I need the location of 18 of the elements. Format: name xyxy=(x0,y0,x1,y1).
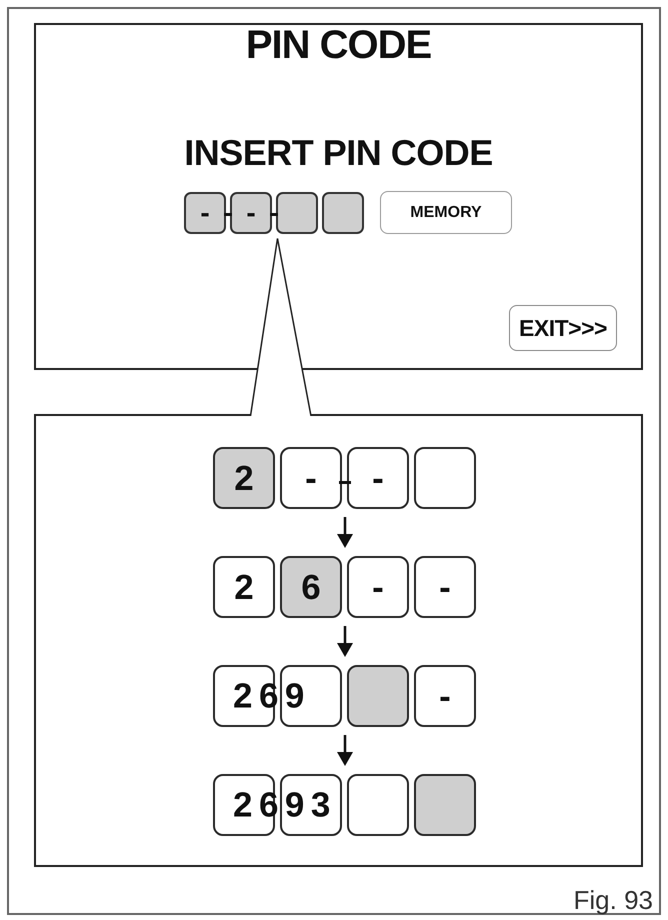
pin-box: 6 xyxy=(280,556,342,618)
screen-title: PIN CODE xyxy=(246,25,432,65)
down-arrow xyxy=(336,735,352,766)
down-arrow xyxy=(336,626,352,657)
memory-button[interactable]: MEMORY xyxy=(380,191,512,234)
pin-box: 2 xyxy=(213,556,275,618)
down-arrow xyxy=(336,517,352,548)
pin-box: - xyxy=(184,192,226,234)
pin-box: - xyxy=(230,192,272,234)
pin-box: - xyxy=(414,556,476,618)
pin-box: 2 xyxy=(213,447,275,509)
figure-label: Fig. 93 xyxy=(574,887,653,913)
pin-box: - xyxy=(347,556,409,618)
pin-box: - xyxy=(280,447,342,509)
screen-prompt: INSERT PIN CODE xyxy=(184,135,493,171)
pin-box: - xyxy=(347,447,409,509)
pin-box: - xyxy=(414,665,476,727)
exit-button[interactable]: EXIT>>> xyxy=(509,305,617,351)
